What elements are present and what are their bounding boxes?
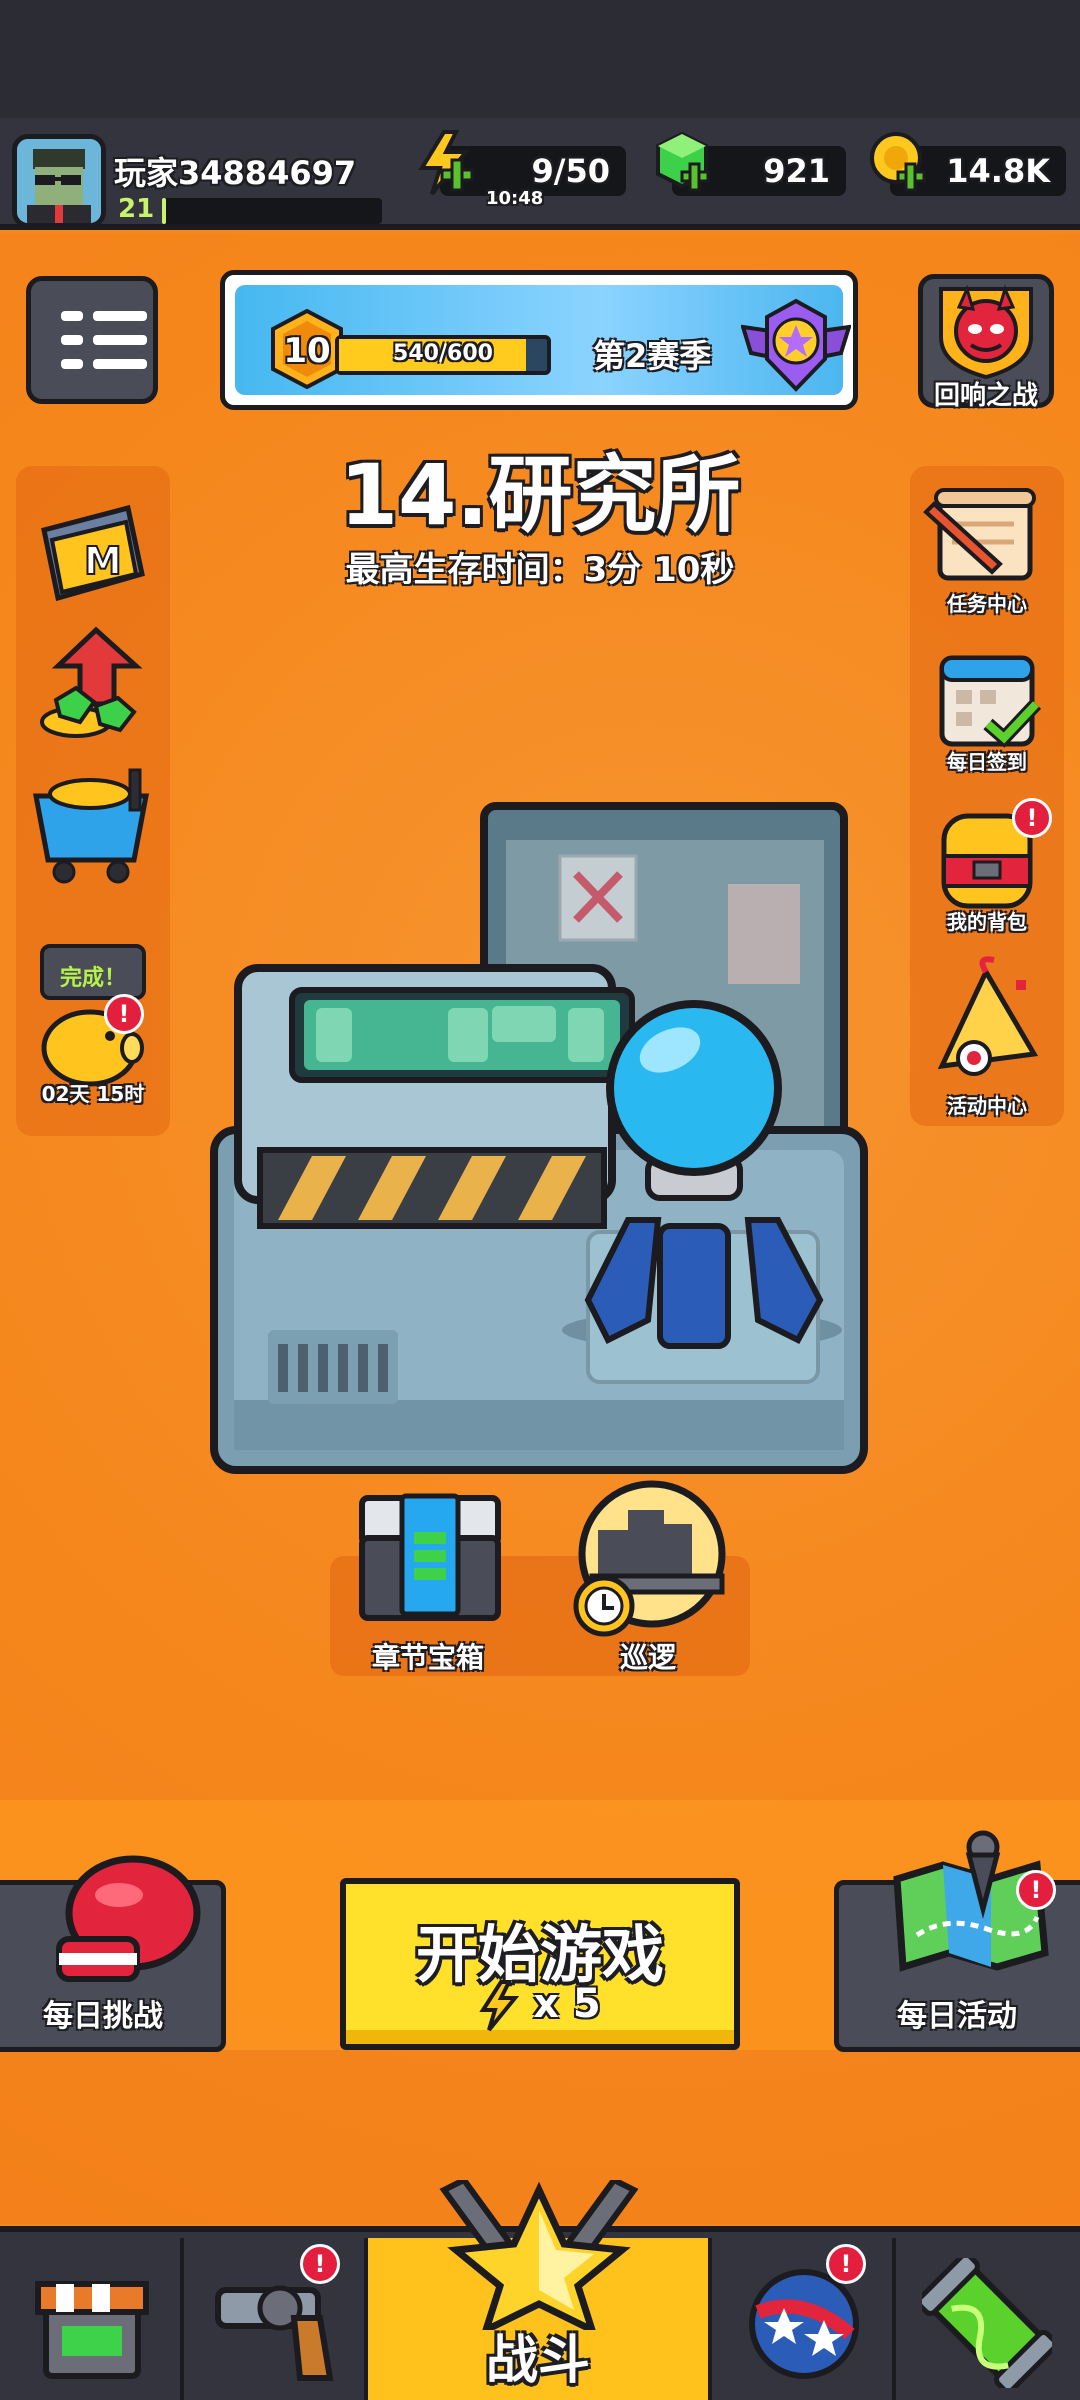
xp-fill xyxy=(162,198,167,224)
nav-weapons[interactable] xyxy=(184,2238,368,2400)
nav-evolution[interactable] xyxy=(896,2238,1080,2400)
coin-value: 14.8K xyxy=(946,152,1050,190)
piggy-timer: 02天 15时 xyxy=(41,1082,145,1106)
alert-mark: ! xyxy=(1026,804,1038,832)
start-game-cost-value: x 5 xyxy=(533,1981,601,2027)
daily-checkin-button[interactable]: 每日签到 xyxy=(916,644,1058,780)
battle-star-swords-icon xyxy=(439,2180,639,2330)
bottom-navigation: ! 战斗 ! xyxy=(0,2180,1080,2400)
nav-skills[interactable] xyxy=(712,2238,896,2400)
patrol-button[interactable] xyxy=(568,1480,732,1650)
m-card-icon[interactable]: M xyxy=(32,494,152,614)
event-center-button[interactable]: 活动中心 xyxy=(916,956,1058,1118)
dna-capsule-icon xyxy=(922,2258,1052,2388)
lightning-icon xyxy=(418,130,474,196)
piggy-done-badge: 完成！ xyxy=(40,944,146,1000)
season-progress-bar: 540/600 xyxy=(335,335,551,375)
echo-battle-button[interactable]: 回响之战 xyxy=(918,274,1054,411)
season-rank-badge-icon xyxy=(741,298,851,392)
energy-timer: 10:48 xyxy=(486,188,544,209)
demon-shield-icon xyxy=(939,284,1033,379)
season-banner[interactable]: 10 540/600 第2赛季 xyxy=(220,270,858,410)
laboratory-machine-illustration xyxy=(210,802,868,1474)
backpack-label: 我的背包 xyxy=(947,910,1027,934)
season-name: 第2赛季 xyxy=(593,337,712,375)
start-game-cost: x 5 xyxy=(346,1980,734,2032)
boxing-glove-icon xyxy=(56,1855,201,1982)
weapons-alert-badge: ! xyxy=(300,2244,340,2284)
alert-mark: ! xyxy=(314,2250,326,2278)
skills-alert-badge: ! xyxy=(826,2244,866,2284)
daily-challenge-button[interactable]: 每日挑战 xyxy=(0,1855,226,2052)
piggy-alert-badge: ! xyxy=(104,994,144,1034)
task-center-button[interactable]: 任务中心 xyxy=(916,484,1058,622)
alert-mark: ! xyxy=(118,1000,130,1028)
xp-bar xyxy=(162,198,382,224)
start-game-button[interactable]: 开始游戏 x 5 xyxy=(340,1878,740,2050)
daily-checkin-label: 每日签到 xyxy=(947,750,1027,774)
alert-mark: ! xyxy=(840,2250,852,2278)
green-gem-icon xyxy=(656,131,710,192)
alert-mark: ! xyxy=(1030,1876,1042,1904)
nav-shop[interactable] xyxy=(0,2238,184,2400)
zombie-avatar-icon xyxy=(17,139,101,223)
daily-event-alert-badge: ! xyxy=(1016,1870,1056,1910)
patrol-label: 巡逻 xyxy=(620,1641,677,1674)
chapter-chest-label: 章节宝箱 xyxy=(372,1641,485,1674)
echo-battle-label: 回响之战 xyxy=(933,381,1038,411)
shop-stall-icon xyxy=(35,2281,149,2379)
daily-event-label: 每日活动 xyxy=(897,1999,1017,2034)
shop-cart-icon[interactable] xyxy=(30,760,156,890)
backpack-alert-badge: ! xyxy=(1012,798,1052,838)
nav-battle-label: 战斗 xyxy=(485,2331,590,2391)
patrol-city-icon xyxy=(573,1480,726,1637)
lightning-icon xyxy=(479,1980,520,2032)
task-center-label: 任务中心 xyxy=(947,592,1027,616)
gem-upgrade-icon[interactable] xyxy=(36,626,152,746)
gem-value: 921 xyxy=(763,152,830,190)
top-header: 玩家34884697 21 9/50 10:48 921 14.8K xyxy=(0,118,1080,230)
menu-button[interactable] xyxy=(26,276,158,404)
player-level: 21 xyxy=(118,194,155,224)
chest-icon xyxy=(359,1493,501,1621)
player-name: 玩家34884697 xyxy=(114,154,357,192)
season-progress-text: 540/600 xyxy=(393,341,493,366)
nav-battle[interactable]: 战斗 xyxy=(368,2180,712,2400)
piggy-done-label: 完成！ xyxy=(59,966,126,991)
energy-value: 9/50 xyxy=(531,152,610,190)
svg-text:M: M xyxy=(84,539,122,583)
daily-challenge-label: 每日挑战 xyxy=(43,1999,163,2034)
player-avatar[interactable] xyxy=(12,134,106,228)
calendar-check-icon xyxy=(939,655,1042,748)
scroll-quest-icon xyxy=(923,488,1036,581)
gold-coin-icon xyxy=(870,132,926,192)
status-bar xyxy=(0,0,1080,120)
party-popper-icon xyxy=(937,956,1039,1076)
season-level-number: 10 xyxy=(283,331,331,371)
event-center-label: 活动中心 xyxy=(947,1094,1027,1118)
